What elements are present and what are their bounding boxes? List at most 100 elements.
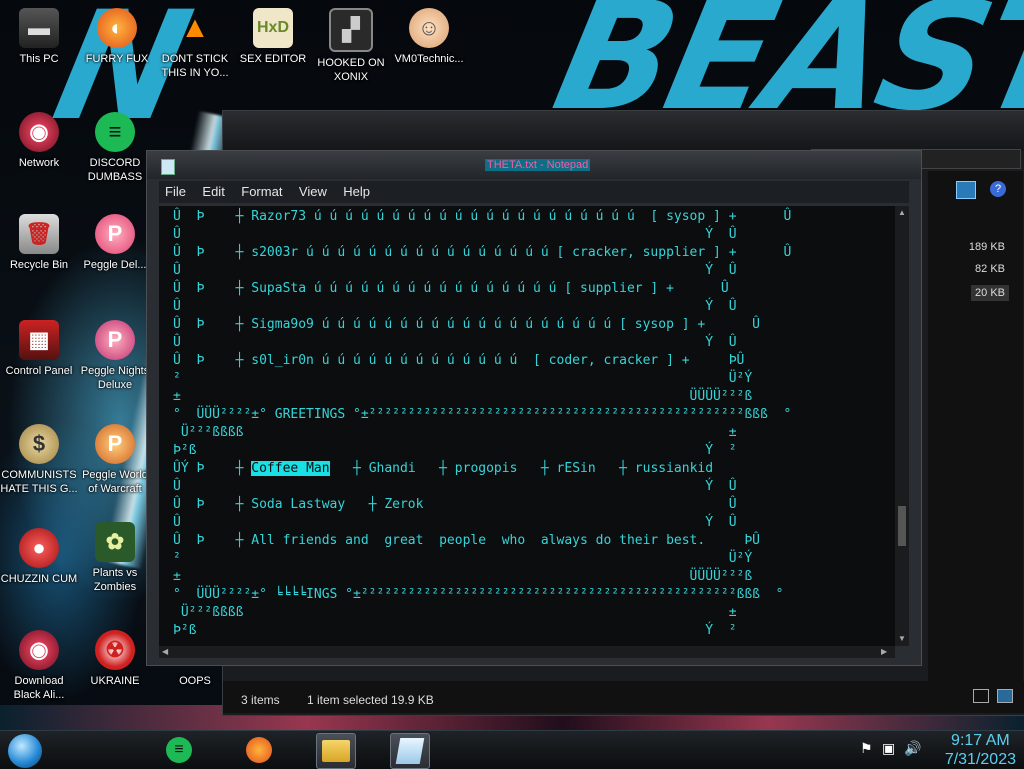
desktop-icon-discord-dumbass[interactable]: ≡ DISCORD DUMBASS	[76, 112, 154, 184]
peggle-nights-icon: P	[95, 320, 135, 360]
desktop-icon-dont-stick[interactable]: ▲ DONT STICK THIS IN YO...	[156, 8, 234, 80]
text-line: Û Þ ┼ s2003r ú ú ú ú ú ú ú ú ú ú ú ú ú ú…	[173, 245, 792, 260]
spotify-icon: ≡	[166, 737, 192, 763]
tiles-view-icon[interactable]	[997, 689, 1013, 703]
notepad-titlebar[interactable]: THETA.txt - Notepad	[147, 151, 921, 179]
window-title: THETA.txt - Notepad	[485, 159, 591, 171]
notepad-icon	[395, 738, 425, 764]
text-line: ± ÜÜÜÜ²²²ß	[173, 569, 753, 584]
desktop-icon-vm0technic[interactable]: ☺ VM0Technic...	[390, 8, 468, 66]
desktop-icon-download-black-ali[interactable]: ◉ Download Black Ali...	[0, 630, 78, 702]
firefox-icon: ◐	[97, 8, 137, 48]
text-line: Û Þ ┼ SupaSta ú ú ú ú ú ú ú ú ú ú ú ú ú …	[173, 281, 729, 296]
radiation-icon: ☢	[95, 630, 135, 670]
desktop-icon-hooked-on-xonix[interactable]: ▞ HOOKED ON XONIX	[312, 8, 390, 84]
desktop-icon-peggle-wow[interactable]: P Peggle World of Warcraft	[76, 424, 154, 496]
peggle-icon: P	[95, 214, 135, 254]
text-line: Þ²ß Ý ²	[173, 623, 737, 638]
taskbar-notepad[interactable]	[390, 733, 430, 769]
menu-view[interactable]: View	[299, 181, 327, 203]
spotify-icon: ≡	[95, 112, 135, 152]
text-line: Û Ý Û	[173, 299, 737, 314]
notepad-window[interactable]: THETA.txt - Notepad File Edit Format Vie…	[146, 150, 922, 666]
desktop-icon-sex-editor[interactable]: HxD SEX EDITOR	[234, 8, 312, 66]
chuzzle-icon: ●	[19, 528, 59, 568]
vertical-scrollbar[interactable]: ▲ ▼	[895, 206, 909, 646]
layout-icon[interactable]	[956, 181, 976, 199]
peggle-wow-icon: P	[95, 424, 135, 464]
desktop-icon-communists[interactable]: $ COMMUNISTS HATE THIS G...	[0, 424, 78, 496]
scroll-down-icon[interactable]: ▼	[898, 634, 906, 643]
text-line: Û Ý Û	[173, 227, 737, 242]
text-line: Ü²²²ßßßß ±	[173, 605, 737, 620]
text-line: ² Ü²Ý	[173, 551, 753, 566]
file-size: 189 KB	[968, 241, 1005, 253]
scroll-right-icon[interactable]: ▶	[881, 647, 887, 656]
taskbar-firefox[interactable]	[240, 733, 278, 767]
text-line: Û Þ ┼ Razor73 ú ú ú ú ú ú ú ú ú ú ú ú ú …	[173, 209, 792, 224]
desktop-icon-network[interactable]: ◉ Network	[0, 112, 78, 170]
desktop-icon-chuzzin-cum[interactable]: ● CHUZZIN CUM	[0, 528, 78, 586]
help-icon[interactable]: ?	[990, 181, 1006, 197]
explorer-size-column: ? 189 KB 82 KB 20 KB	[928, 171, 1023, 691]
xonix-game-icon: ▞	[329, 8, 373, 52]
text-editor-area[interactable]: Û Þ ┼ Razor73 ú ú ú ú ú ú ú ú ú ú ú ú ú …	[159, 206, 895, 646]
desktop-icon-plants-vs-zombies[interactable]: ✿ Plants vs Zombies	[76, 522, 154, 594]
text-line: Û Ý Û	[173, 335, 737, 350]
scroll-up-icon[interactable]: ▲	[898, 208, 906, 217]
desktop-icon-control-panel[interactable]: ▦ Control Panel	[0, 320, 78, 378]
scrollbar-thumb[interactable]	[898, 506, 906, 546]
network-icon[interactable]: ▣	[882, 740, 895, 757]
document-text[interactable]: Û Þ ┼ Razor73 ú ú ú ú ú ú ú ú ú ú ú ú ú …	[159, 206, 895, 640]
desktop-icon-this-pc[interactable]: ▬ This PC	[0, 8, 78, 66]
doctor-icon: ☺	[409, 8, 449, 48]
text-line: Û Þ ┼ Soda Lastway ┼ Zerok Û	[173, 497, 737, 512]
text-line: ° ÜÜÜ²²²²±° GREETINGS °±²²²²²²²²²²²²²²²²…	[173, 407, 792, 422]
status-item-count: 3 items	[241, 693, 280, 707]
menu-edit[interactable]: Edit	[202, 181, 224, 203]
desktop-icon-furry-fux[interactable]: ◐ FURRY FUX	[78, 8, 156, 66]
horizontal-scrollbar[interactable]: ◀ ▶	[159, 646, 895, 658]
system-clock[interactable]: 9:17 AM 7/31/2023	[945, 731, 1016, 769]
text-line: Û Þ ┼ s0l_ir0n ú ú ú ú ú ú ú ú ú ú ú ú ú…	[173, 353, 745, 368]
computer-icon: ▬	[19, 8, 59, 48]
pvz-icon: ✿	[95, 522, 135, 562]
money-bag-icon: $	[19, 424, 59, 464]
menu-format[interactable]: Format	[241, 181, 282, 203]
control-panel-icon: ▦	[19, 320, 59, 360]
hxd-editor-icon: HxD	[253, 8, 293, 48]
details-view-icon[interactable]	[973, 689, 989, 703]
volume-icon[interactable]: 🔊	[904, 740, 921, 757]
taskbar-file-explorer[interactable]	[316, 733, 356, 769]
clock-date: 7/31/2023	[944, 751, 1016, 768]
selected-text[interactable]: Coffee Man	[251, 461, 330, 476]
taskbar-spotify[interactable]: ≡	[160, 733, 198, 767]
status-selection: 1 item selected 19.9 KB	[307, 693, 434, 707]
desktop-icon-recycle-bin[interactable]: 🗑 Recycle Bin	[0, 214, 78, 272]
explorer-statusbar: 3 items 1 item selected 19.9 KB	[223, 681, 1024, 713]
folder-icon	[322, 740, 350, 762]
flag-icon[interactable]: ⚑	[860, 740, 873, 757]
menu-bar: File Edit Format View Help	[159, 181, 909, 203]
desktop-icon-peggle-deluxe[interactable]: P Peggle Del...	[76, 214, 154, 272]
text-line: ÛÝ Þ ┼ Coffee Man ┼ Ghandi ┼ progopis ┼ …	[173, 461, 714, 476]
alienware-icon: ◉	[19, 630, 59, 670]
network-icon: ◉	[19, 112, 59, 152]
traffic-cone-icon: ▲	[180, 11, 210, 44]
text-line: Û Þ ┼ Sigma9o9 ú ú ú ú ú ú ú ú ú ú ú ú ú…	[173, 317, 760, 332]
text-line: Þ²ß Ý ²	[173, 443, 737, 458]
menu-file[interactable]: File	[165, 181, 186, 203]
taskbar: ≡ ⚑ ▣ 🔊 9:17 AM 7/31/2023	[0, 730, 1024, 769]
scroll-left-icon[interactable]: ◀	[162, 647, 168, 656]
desktop-icon-peggle-nights[interactable]: P Peggle Nights Deluxe	[76, 320, 154, 392]
text-line: Û Ý Û	[173, 515, 737, 530]
menu-help[interactable]: Help	[343, 181, 370, 203]
start-button[interactable]	[8, 734, 42, 768]
clock-time: 9:17 AM	[951, 732, 1010, 749]
firefox-icon	[246, 737, 272, 763]
explorer-titlebar[interactable]	[223, 111, 1024, 151]
text-line: Û Þ ┼ All friends and great people who a…	[173, 533, 760, 548]
desktop-icon-ukraine[interactable]: ☢ UKRAINE	[76, 630, 154, 688]
text-line: Û Ý Û	[173, 263, 737, 278]
file-size: 20 KB	[971, 285, 1009, 301]
